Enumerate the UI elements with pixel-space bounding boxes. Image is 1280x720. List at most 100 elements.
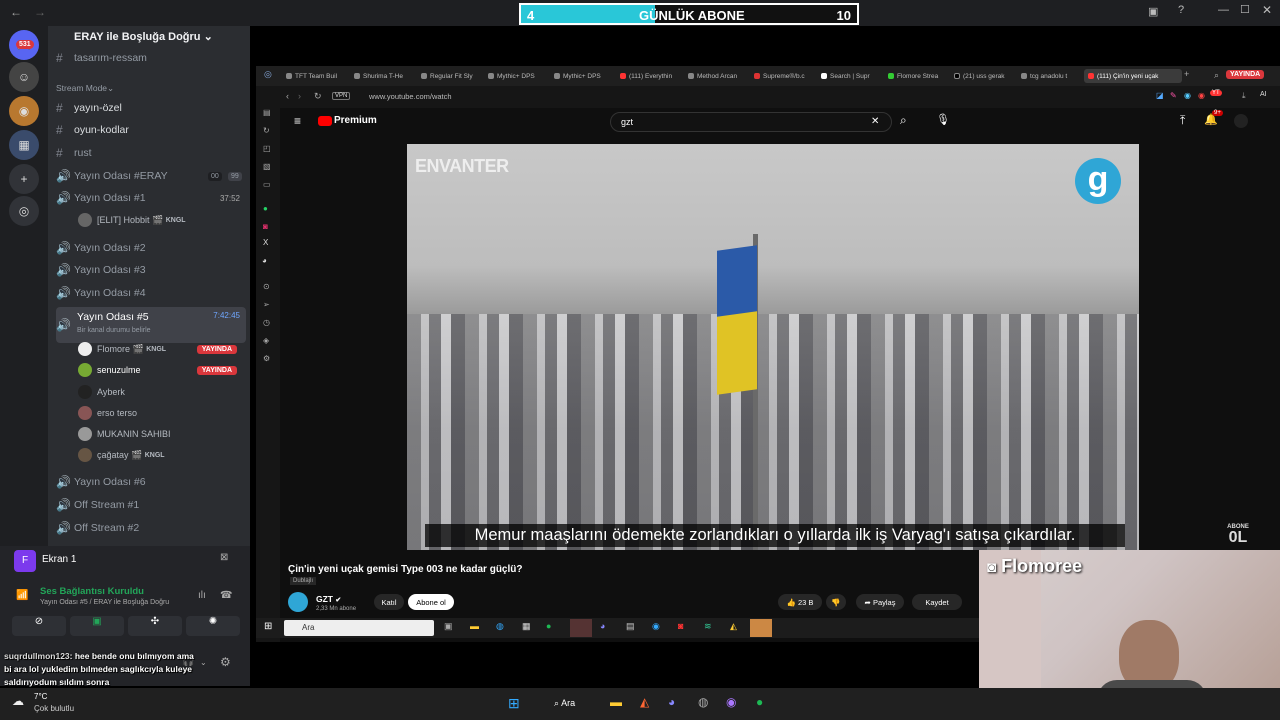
task-view-icon[interactable]: ▣ <box>444 621 453 632</box>
download-icon[interactable]: ⤓ <box>1242 91 1246 101</box>
like-button[interactable]: 👍 23 B <box>778 594 822 610</box>
history-icon[interactable]: ↻ <box>263 126 270 135</box>
extension-icon[interactable]: ◉ <box>1184 91 1191 100</box>
url-field[interactable]: www.youtube.com/watch <box>369 92 452 101</box>
upload-icon[interactable]: ⤒ <box>1180 113 1185 128</box>
taskbar-app-icon[interactable]: ≋ <box>704 621 712 632</box>
obs-icon[interactable]: ◉ <box>726 695 736 709</box>
channel-yayin-ozel[interactable]: # yayın-özel <box>56 98 246 118</box>
taskbar-search-button[interactable]: ⌕ Ara <box>540 693 600 715</box>
server-header[interactable]: ERAY ile Boşluğa Doğru ⌄ <box>48 26 250 48</box>
extension-icon[interactable]: ◪ <box>1156 91 1164 100</box>
voice-channel-eray[interactable]: 🔊 Yayın Odası #ERAY 00 99 <box>56 166 246 186</box>
store-icon[interactable]: ▦ <box>522 621 531 632</box>
close-icon[interactable]: ✕ <box>1262 3 1272 17</box>
ai-button[interactable]: AI <box>1260 91 1267 98</box>
back-arrow-icon[interactable]: ← <box>10 5 22 19</box>
whatsapp-icon[interactable]: ● <box>263 204 268 213</box>
voice-user[interactable]: çağatay 🎬 KNGL <box>78 446 243 464</box>
taskbar-app-icon[interactable] <box>750 619 772 637</box>
save-button[interactable]: Kaydet <box>912 594 962 610</box>
extension-icon[interactable]: ◉ <box>1198 91 1205 100</box>
subscribe-button[interactable]: Abone ol <box>408 594 454 610</box>
brave-icon[interactable]: ◭ <box>640 695 649 709</box>
voice-channel-1[interactable]: 🔊 Yayın Odası #1 37:52 <box>56 188 246 208</box>
tab[interactable]: Supreme®/b.c <box>754 69 812 83</box>
tab[interactable]: Method Arcan <box>688 69 748 83</box>
server-icon[interactable]: ☺ <box>9 62 39 92</box>
voice-channel-off-2[interactable]: 🔊 Off Stream #2 <box>56 518 246 538</box>
inbox-icon[interactable]: ▣ <box>1148 5 1158 18</box>
microphone-icon[interactable]: 🎙 <box>936 113 950 126</box>
discord-icon[interactable]: ◕ <box>262 256 267 265</box>
chevron-down-icon[interactable]: ⌄ <box>200 658 207 667</box>
tab[interactable]: Shurima T-He <box>354 69 416 83</box>
add-server-icon[interactable]: + <box>9 164 39 194</box>
tab[interactable]: Mythic+ DPS <box>488 69 550 83</box>
channel-rust[interactable]: # rust <box>56 143 246 163</box>
help-icon[interactable]: ? <box>1178 4 1184 16</box>
edge-icon[interactable]: ◍ <box>496 621 504 632</box>
search-icon[interactable]: ⌕ <box>900 113 907 128</box>
extension-icon[interactable]: ✎ <box>1170 91 1177 100</box>
search-tabs-icon[interactable]: ⌕ <box>1214 70 1219 81</box>
file-explorer-icon[interactable]: ▬ <box>610 695 622 709</box>
video-player[interactable]: ENVANTER g Memur maaşlarını ödemekte zor… <box>407 144 1139 550</box>
youtube-logo-icon[interactable] <box>318 116 332 126</box>
discord-icon[interactable]: ◕ <box>668 695 675 709</box>
forward-icon[interactable]: › <box>298 91 301 101</box>
voice-channel-5[interactable]: 🔊 Yayın Odası #5 Bir kanal durumu belirl… <box>56 307 246 343</box>
tab-active[interactable]: (111) Çin'in yeni uçak <box>1084 69 1182 83</box>
voice-user[interactable]: Ayberk <box>78 383 243 401</box>
taskbar-app-icon[interactable]: ◙ <box>678 621 683 631</box>
bag-icon[interactable]: ◰ <box>263 144 271 153</box>
clock-icon[interactable]: ◷ <box>263 318 270 327</box>
sidebar-icon[interactable]: ▤ <box>263 108 271 117</box>
game-icon[interactable]: ▧ <box>263 162 271 171</box>
maximize-icon[interactable]: ☐ <box>1240 3 1250 16</box>
box-icon[interactable]: ◈ <box>263 336 269 345</box>
tab[interactable]: (111) Everythin <box>620 69 678 83</box>
taskbar-app-icon[interactable]: ◉ <box>652 621 660 632</box>
send-icon[interactable]: ➢ <box>263 300 270 309</box>
voice-channel-6[interactable]: 🔊 Yayın Odası #6 <box>56 472 246 492</box>
voice-user[interactable]: MUKANIN SAHIBI <box>78 425 243 443</box>
spotify-icon[interactable]: ● <box>546 621 551 631</box>
player-icon[interactable]: ⊙ <box>263 282 270 291</box>
reload-icon[interactable]: ↻ <box>314 91 322 102</box>
voice-user[interactable]: senuzulme YAYINDA <box>78 361 243 379</box>
gear-icon[interactable]: ⚙ <box>220 655 231 669</box>
discord-icon[interactable]: ◕ <box>600 621 605 631</box>
minimize-icon[interactable]: — <box>1218 4 1229 16</box>
tab[interactable]: Flomore Strea <box>888 69 948 83</box>
weather-icon[interactable]: ☁ <box>12 694 24 708</box>
file-explorer-icon[interactable]: ▬ <box>470 621 479 631</box>
channel-tasarim-ressam[interactable]: # tasarım-ressam <box>56 48 246 68</box>
tab[interactable]: tcg anadolu t <box>1021 69 1081 83</box>
channel-name[interactable]: GZT ✔ <box>316 594 341 604</box>
voice-user[interactable]: erso terso <box>78 404 243 422</box>
category-stream-mode[interactable]: Stream Mode ⌄ <box>56 78 246 98</box>
taskbar-search-input[interactable]: Ara <box>284 620 434 636</box>
voice-channel-4[interactable]: 🔊 Yayın Odası #4 <box>56 283 246 303</box>
voice-channel-2[interactable]: 🔊 Yayın Odası #2 <box>56 238 246 258</box>
steam-icon[interactable]: ◍ <box>698 695 708 709</box>
extension-icon[interactable]: YT <box>1210 90 1222 96</box>
voice-status[interactable]: Ses Bağlantısı Kuruldu <box>40 586 144 597</box>
taskbar-app-icon[interactable]: ▤ <box>626 621 635 632</box>
activities-button[interactable]: ✣ <box>128 616 182 636</box>
voice-user[interactable]: Flomore 🎬 KNGL YAYINDA <box>78 340 243 358</box>
join-button[interactable]: Katıl <box>374 594 404 610</box>
disconnect-icon[interactable]: ☎ <box>220 590 232 601</box>
youtube-premium-logo[interactable]: Premium <box>334 115 377 126</box>
vpn-badge[interactable]: VPN <box>332 92 351 100</box>
voice-channel-3[interactable]: 🔊 Yayın Odası #3 <box>56 260 246 280</box>
server-folder-icon[interactable]: ▦ <box>9 130 39 160</box>
taskbar-app-icon[interactable]: ◭ <box>730 621 737 632</box>
share-button[interactable]: ➦ Paylaş <box>856 594 904 610</box>
tab[interactable]: TFT Team Buil <box>286 69 348 83</box>
tab[interactable]: (21) uss gerak <box>954 69 1014 83</box>
new-tab-icon[interactable]: + <box>1184 69 1189 79</box>
hamburger-menu-icon[interactable]: ≡ <box>294 114 301 128</box>
noise-suppression-icon[interactable]: ılı <box>198 590 206 601</box>
